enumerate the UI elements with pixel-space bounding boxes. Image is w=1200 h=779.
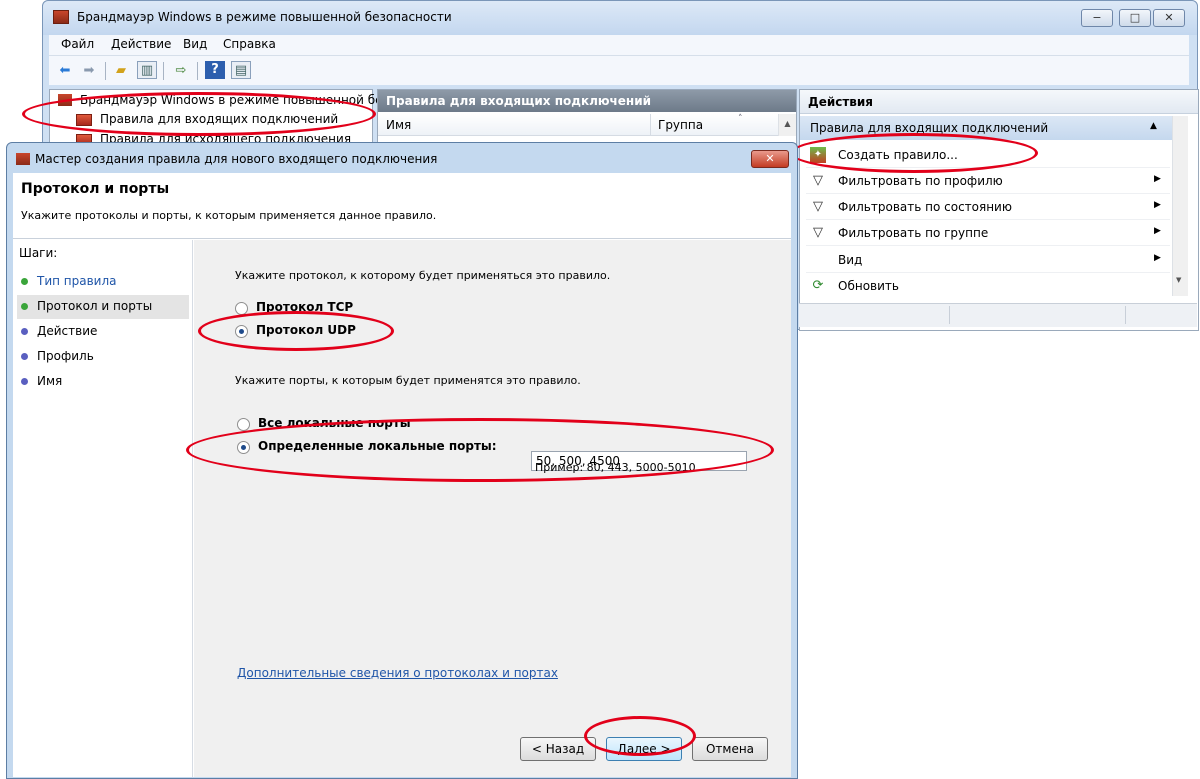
highlight-ellipse-udp (198, 311, 394, 351)
status-bar (799, 303, 1197, 327)
dialog-title: Мастер создания правила для нового входя… (35, 152, 438, 166)
menu-help[interactable]: Справка (223, 37, 276, 51)
forward-arrow-icon[interactable]: ➡ (79, 61, 99, 81)
collapse-icon[interactable]: ▲ (1150, 121, 1157, 131)
step-rule-type[interactable]: Тип правила (17, 270, 189, 294)
highlight-ellipse-new-rule (790, 133, 1038, 173)
up-folder-icon[interactable]: ▰ (111, 61, 131, 81)
dialog-close-button[interactable]: ✕ (751, 150, 789, 168)
submenu-arrow-icon: ▶ (1154, 226, 1161, 236)
firewall-app-icon (53, 10, 69, 24)
show-action-pane-icon[interactable]: ▤ (231, 61, 251, 79)
menu-file[interactable]: Файл (61, 37, 94, 51)
step-protocol-ports[interactable]: Протокол и порты (17, 295, 189, 319)
action-label: Фильтровать по группе (838, 226, 989, 240)
firewall-dialog-icon (16, 153, 30, 165)
dialog-header: Протокол и порты Укажите протоколы и пор… (13, 173, 791, 239)
step-label: Тип правила (37, 274, 117, 288)
ports-prompt: Укажите порты, к которым будет применятс… (235, 374, 581, 387)
column-header-row: Имя Группа ˄ ▲ (378, 114, 796, 136)
cancel-button[interactable]: Отмена (692, 737, 768, 761)
toolbar-separator (163, 62, 164, 80)
menu-view[interactable]: Вид (183, 37, 207, 51)
show-tree-icon[interactable]: ▥ (137, 61, 157, 79)
back-arrow-icon[interactable]: ⬅ (55, 61, 75, 81)
action-label: Обновить (838, 279, 899, 293)
action-label: Фильтровать по состоянию (838, 200, 1012, 214)
filter-icon: ▽ (813, 173, 823, 188)
minimize-button[interactable]: − (1081, 9, 1113, 27)
step-pending-icon (21, 328, 28, 335)
list-header: Правила для входящих подключений (378, 90, 796, 112)
sort-up-icon: ˄ (738, 114, 743, 124)
column-name[interactable]: Имя (386, 118, 411, 132)
column-divider (650, 114, 651, 136)
action-view[interactable]: Вид ▶ (806, 247, 1170, 273)
action-label: Фильтровать по профилю (838, 174, 1003, 188)
actions-title: Действия (800, 90, 1198, 114)
refresh-icon: ⟳ (812, 278, 824, 293)
toolbar-separator (197, 62, 198, 80)
more-info-link[interactable]: Дополнительные сведения о протоколах и п… (237, 666, 558, 680)
submenu-arrow-icon: ▶ (1154, 253, 1161, 263)
menu-action[interactable]: Действие (111, 37, 171, 51)
actions-scrollbar[interactable]: ▼ (1172, 116, 1188, 296)
step-pending-icon (21, 353, 28, 360)
submenu-arrow-icon: ▶ (1154, 174, 1161, 184)
page-heading: Протокол и порты (21, 181, 170, 197)
step-done-icon (21, 278, 28, 285)
main-window-title: Брандмауэр Windows в режиме повышенной б… (77, 10, 452, 24)
step-name: Имя (17, 370, 189, 394)
filter-icon: ▽ (813, 199, 823, 214)
highlight-ellipse-tree (22, 92, 376, 136)
submenu-arrow-icon: ▶ (1154, 200, 1161, 210)
scroll-down-icon[interactable]: ▼ (1176, 276, 1181, 284)
column-group[interactable]: Группа (658, 118, 703, 132)
step-current-icon (21, 303, 28, 310)
step-label: Имя (37, 374, 63, 388)
action-filter-state[interactable]: ▽ Фильтровать по состоянию ▶ (806, 194, 1170, 220)
toolbar-separator (105, 62, 106, 80)
step-label: Протокол и порты (37, 299, 153, 313)
radio-all-ports[interactable] (237, 418, 250, 431)
step-profile: Профиль (17, 345, 189, 369)
main-titlebar[interactable]: Брандмауэр Windows в режиме повышенной б… (43, 1, 1197, 35)
protocol-prompt: Укажите протокол, к которому будет приме… (235, 269, 611, 282)
actions-pane: Действия Правила для входящих подключени… (799, 89, 1199, 331)
export-list-icon[interactable]: ⇨ (171, 61, 191, 81)
status-divider (1125, 306, 1126, 324)
action-filter-group[interactable]: ▽ Фильтровать по группе ▶ (806, 220, 1170, 246)
close-button[interactable]: ✕ (1153, 9, 1185, 27)
scroll-up-icon[interactable]: ▲ (778, 114, 796, 136)
step-label: Профиль (37, 349, 94, 363)
steps-title: Шаги: (19, 246, 58, 260)
step-pending-icon (21, 378, 28, 385)
toolbar: ⬅ ➡ ▰ ▥ ⇨ ? ▤ (49, 55, 1189, 85)
action-label: Вид (838, 253, 863, 267)
steps-panel: Шаги: Тип правила Протокол и порты Дейст… (13, 240, 193, 777)
action-refresh[interactable]: ⟳ Обновить (806, 273, 1170, 299)
maximize-button[interactable]: □ (1119, 9, 1151, 27)
status-divider (949, 306, 950, 324)
menu-bar: Файл Действие Вид Справка (49, 35, 1189, 55)
filter-icon: ▽ (813, 225, 823, 240)
highlight-ellipse-ports (186, 418, 774, 482)
action-filter-profile[interactable]: ▽ Фильтровать по профилю ▶ (806, 168, 1170, 194)
step-label: Действие (37, 324, 98, 338)
page-subheading: Укажите протоколы и порты, к которым при… (21, 209, 437, 222)
help-icon[interactable]: ? (205, 61, 225, 79)
step-action: Действие (17, 320, 189, 344)
highlight-ellipse-next (584, 716, 696, 756)
